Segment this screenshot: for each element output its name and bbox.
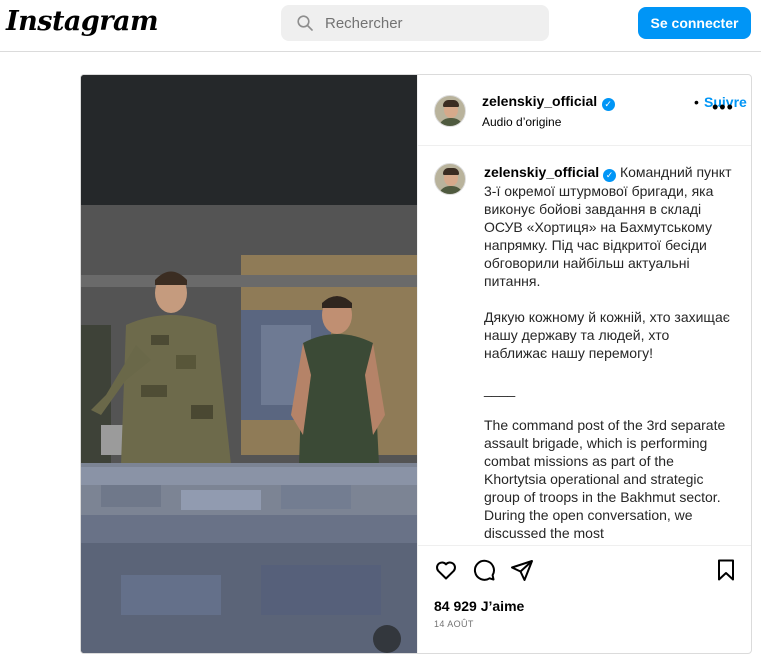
login-button[interactable]: Se connecter <box>638 7 751 39</box>
post-card: zelenskiy_official ✓ • Suivre Audio d’or… <box>80 74 752 654</box>
comment-icon[interactable] <box>472 558 496 582</box>
post-header: zelenskiy_official ✓ • Suivre Audio d’or… <box>418 75 751 146</box>
caption-paragraph-ua: Командний пункт 3-ї окремої штурмової бр… <box>484 164 732 289</box>
separator-dot: • <box>694 94 699 110</box>
caption-divider: ____ <box>484 381 516 397</box>
share-icon[interactable] <box>510 558 534 582</box>
post-image[interactable] <box>81 75 417 653</box>
verified-badge-icon: ✓ <box>601 98 615 111</box>
header-user-line: zelenskiy_official ✓ <box>482 93 615 111</box>
more-options-icon[interactable]: ••• <box>712 97 734 118</box>
caption-paragraph-en: The command post of the 3rd separate ass… <box>484 417 726 541</box>
username-link[interactable]: zelenskiy_official <box>482 93 597 109</box>
post-date[interactable]: 14 AOÛT <box>434 619 474 629</box>
post-photo <box>81 75 417 653</box>
bookmark-icon[interactable] <box>714 558 738 582</box>
audio-link[interactable]: Audio d’origine <box>482 115 561 129</box>
search-icon <box>297 15 313 31</box>
heart-icon[interactable] <box>434 558 458 582</box>
caption-username-link[interactable]: zelenskiy_official <box>484 164 599 180</box>
search-box[interactable] <box>281 5 549 41</box>
search-input[interactable] <box>325 5 535 41</box>
likes-count[interactable]: 84 929 J’aime <box>434 598 524 614</box>
verified-badge-icon: ✓ <box>603 169 617 182</box>
caption-text: zelenskiy_official ✓ Командний пункт 3-ї… <box>484 163 734 545</box>
top-navbar: Instagram Se connecter <box>0 0 761 52</box>
caption-avatar[interactable] <box>434 163 466 195</box>
instagram-logo[interactable]: Instagram <box>6 6 159 37</box>
caption-paragraph-thanks: Дякую кожному й кожній, хто захищає нашу… <box>484 309 730 361</box>
post-side-panel: zelenskiy_official ✓ • Suivre Audio d’or… <box>417 75 751 653</box>
post-actions: 84 929 J’aime 14 AOÛT <box>418 545 751 653</box>
caption-scroll-area[interactable]: zelenskiy_official ✓ Командний пункт 3-ї… <box>418 147 751 545</box>
avatar[interactable] <box>434 95 466 127</box>
